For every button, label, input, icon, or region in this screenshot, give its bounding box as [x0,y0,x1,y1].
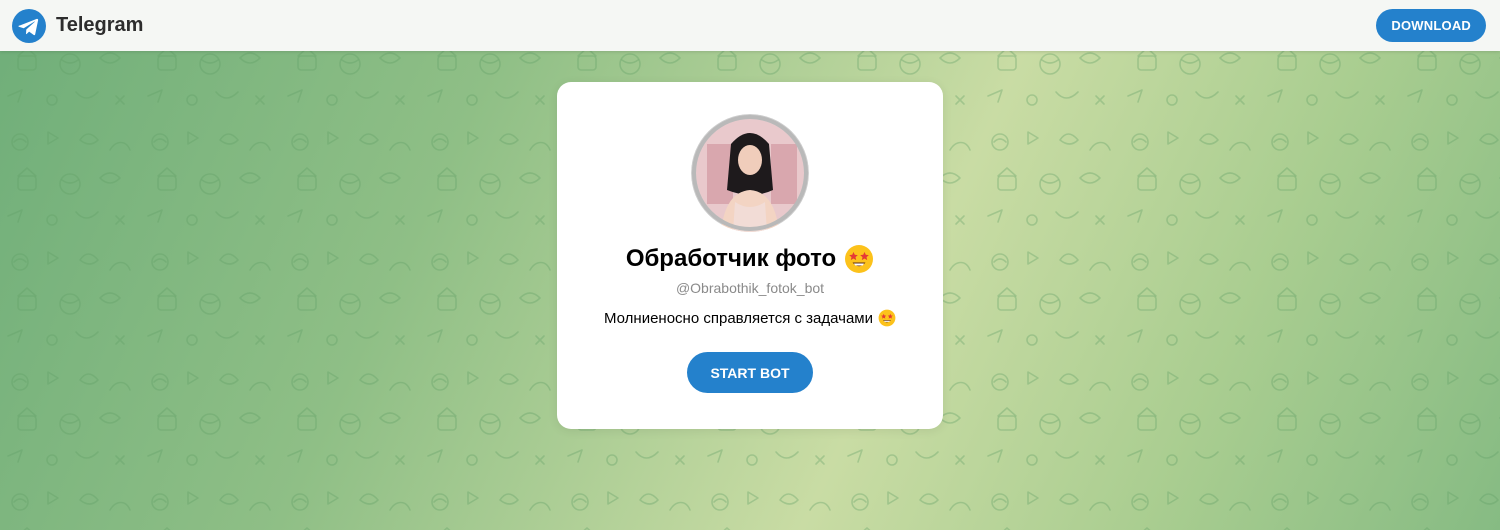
bot-username[interactable]: @Obrabothik_fotok_bot [676,280,824,296]
download-button[interactable]: DOWNLOAD [1376,9,1486,42]
bot-avatar [691,114,809,232]
bot-title: Обработчик фото [625,245,837,272]
bot-title-row: Обработчик фото [626,244,874,274]
bot-profile-card: Обработчик фото @Obrabothik_fotok_bot Мо… [557,82,943,429]
start-bot-button[interactable]: START BOT [687,352,813,393]
bot-description-row: Молниеносно справляется с задачами [604,309,896,327]
top-header: Telegram DOWNLOAD [0,0,1500,51]
brand[interactable]: Telegram [12,8,144,43]
bot-description: Молниеносно справляется с задачами [604,309,873,327]
brand-name: Telegram [56,14,144,36]
star-struck-emoji-icon [845,245,874,273]
star-struck-emoji-icon [878,309,896,327]
telegram-logo-icon [12,8,46,43]
